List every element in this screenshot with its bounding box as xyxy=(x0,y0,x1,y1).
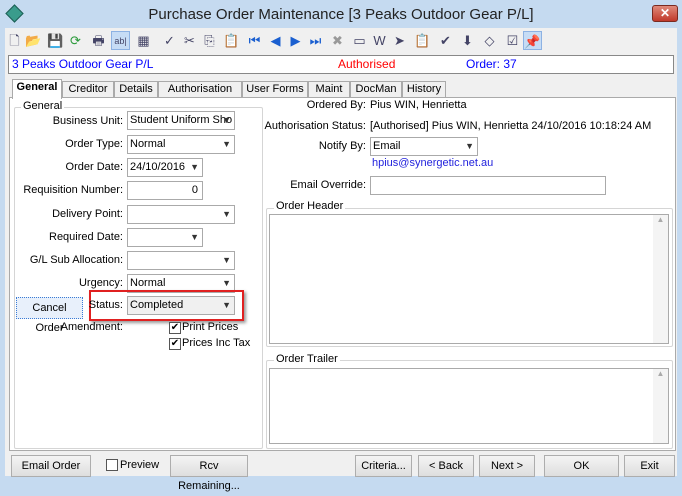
ordered-by-value: Pius WIN, Henrietta xyxy=(370,99,467,111)
exit-button[interactable]: Exit xyxy=(624,455,675,477)
required-date-picker[interactable]: ▼ xyxy=(127,228,203,247)
scrollbar[interactable]: ▲ xyxy=(653,215,668,343)
notify-email: hpius@synergetic.net.au xyxy=(372,157,494,169)
form-icon[interactable]: ▭ xyxy=(350,31,369,50)
first-record-icon[interactable]: ⏮ xyxy=(245,31,264,50)
order-date-value: 24/10/2016 xyxy=(130,161,186,173)
cut-icon[interactable]: ✂ xyxy=(180,31,199,50)
status-value: Completed xyxy=(130,299,184,311)
refresh-icon[interactable]: ⟳ xyxy=(66,31,85,50)
cancel-order-button[interactable]: Cancel Order xyxy=(16,297,83,334)
order-date-picker[interactable]: 24/10/2016 ▼ xyxy=(127,158,203,177)
tag-icon[interactable]: ◇ xyxy=(480,31,499,50)
authorisation-status-label: Authorisation Status: xyxy=(264,120,366,132)
close-button[interactable]: ✕ xyxy=(652,5,678,22)
field-icon[interactable]: ab| xyxy=(111,31,130,50)
chevron-down-icon: ▼ xyxy=(222,139,231,149)
chevron-down-icon: ▼ xyxy=(222,300,231,310)
arrow-icon[interactable]: ➤ xyxy=(390,31,409,50)
next-record-icon[interactable]: ▶ xyxy=(286,31,305,50)
status-label: Status: xyxy=(88,299,123,311)
email-override-input[interactable] xyxy=(370,176,606,195)
chevron-down-icon: ▼ xyxy=(190,162,199,172)
word-icon[interactable]: W xyxy=(370,31,389,50)
download-icon[interactable]: ⬇ xyxy=(458,31,477,50)
new-icon[interactable]: 🗋 xyxy=(5,31,24,50)
delete-icon[interactable]: ✖ xyxy=(328,31,347,50)
chevron-down-icon: ▼ xyxy=(465,141,474,151)
previous-record-icon[interactable]: ◀ xyxy=(266,31,285,50)
save-icon[interactable]: 💾 xyxy=(46,31,65,50)
copy-icon[interactable]: ⎘ xyxy=(200,31,219,50)
pin-icon[interactable]: 📌 xyxy=(523,31,542,50)
email-order-button[interactable]: Email Order xyxy=(11,455,91,477)
prices-inc-tax-checkbox[interactable]: ✔ xyxy=(169,338,181,350)
required-date-label: Required Date: xyxy=(49,231,123,243)
ordered-by-label: Ordered By: xyxy=(306,99,366,111)
chevron-down-icon: ▼ xyxy=(222,209,231,219)
open-folder-icon[interactable]: 📂 xyxy=(24,31,43,50)
ok-button[interactable]: OK xyxy=(544,455,619,477)
chevron-down-icon: ▼ xyxy=(190,232,199,242)
info-bar: 3 Peaks Outdoor Gear P/L Authorised Orde… xyxy=(8,55,674,74)
checklist-icon[interactable]: ☑ xyxy=(503,31,522,50)
order-status: Authorised xyxy=(338,57,396,71)
tab-history[interactable]: History xyxy=(402,81,446,98)
requisition-label: Requisition Number: xyxy=(23,184,123,196)
paste-icon[interactable]: 📋 xyxy=(222,31,241,50)
order-date-label: Order Date: xyxy=(65,161,123,173)
spellcheck-icon[interactable]: ✓ xyxy=(160,31,179,50)
back-button[interactable]: < Back xyxy=(418,455,474,477)
order-type-label: Order Type: xyxy=(65,138,123,150)
print-prices-label: Print Prices xyxy=(182,321,239,333)
delivery-point-select[interactable]: ▼ xyxy=(127,205,235,224)
urgency-value: Normal xyxy=(130,277,166,289)
amendment-label: Amendment: xyxy=(60,321,123,333)
tab-creditor[interactable]: Creditor xyxy=(62,81,114,98)
print-prices-checkbox[interactable]: ✔ xyxy=(169,322,181,334)
gl-sub-allocation-label: G/L Sub Allocation: xyxy=(29,254,123,266)
scrollbar[interactable]: ▲ xyxy=(653,369,668,443)
preview-label: Preview xyxy=(120,459,160,471)
gl-sub-allocation-select[interactable]: ▼ xyxy=(127,251,235,270)
approve-icon[interactable]: ✔ xyxy=(436,31,455,50)
chevron-down-icon: ▼ xyxy=(222,255,231,265)
requisition-input[interactable]: 0 xyxy=(127,181,203,200)
notify-by-label: Notify By: xyxy=(318,140,366,152)
window-title: Purchase Order Maintenance [3 Peaks Outd… xyxy=(148,6,534,23)
order-trailer-label: Order Trailer xyxy=(274,353,340,365)
prices-inc-tax-label: Prices Inc Tax xyxy=(182,337,251,349)
print-icon[interactable]: 🖶 xyxy=(89,31,108,50)
order-trailer-textarea[interactable]: ▲ xyxy=(269,368,669,444)
business-unit-select[interactable]: Student Uniform Sho ▼ xyxy=(127,111,235,130)
preview-checkbox[interactable] xyxy=(106,459,118,471)
company-name: 3 Peaks Outdoor Gear P/L xyxy=(12,57,154,71)
general-group-label: General xyxy=(21,100,65,112)
tab-details[interactable]: Details xyxy=(114,81,158,98)
chevron-down-icon: ▼ xyxy=(222,115,231,125)
status-select[interactable]: Completed ▼ xyxy=(127,296,235,315)
notify-by-select[interactable]: Email ▼ xyxy=(370,137,478,156)
business-unit-value: Student Uniform Sho xyxy=(130,114,233,126)
rcv-remaining-button[interactable]: Rcv Remaining... xyxy=(170,455,248,492)
business-unit-label: Business Unit: xyxy=(52,115,123,127)
notify-by-value: Email xyxy=(373,140,401,152)
order-type-select[interactable]: Normal ▼ xyxy=(127,135,235,154)
next-button[interactable]: Next > xyxy=(479,455,535,477)
order-header-textarea[interactable]: ▲ xyxy=(269,214,669,344)
authorisation-status-value: [Authorised] Pius WIN, Henrietta 24/10/2… xyxy=(370,120,652,132)
tab-general[interactable]: General xyxy=(12,79,62,99)
order-number: Order: 37 xyxy=(466,57,517,71)
tab-authorisation[interactable]: Authorisation xyxy=(158,81,242,98)
calculator-icon[interactable]: ▦ xyxy=(134,31,153,50)
delivery-point-label: Delivery Point: xyxy=(52,208,123,220)
clipboard-icon[interactable]: 📋 xyxy=(413,31,432,50)
order-type-value: Normal xyxy=(130,138,166,150)
email-override-label: Email Override: xyxy=(290,179,366,191)
last-record-icon[interactable]: ⏭ xyxy=(306,31,325,50)
criteria-button[interactable]: Criteria... xyxy=(355,455,412,477)
order-header-label: Order Header xyxy=(274,200,346,212)
